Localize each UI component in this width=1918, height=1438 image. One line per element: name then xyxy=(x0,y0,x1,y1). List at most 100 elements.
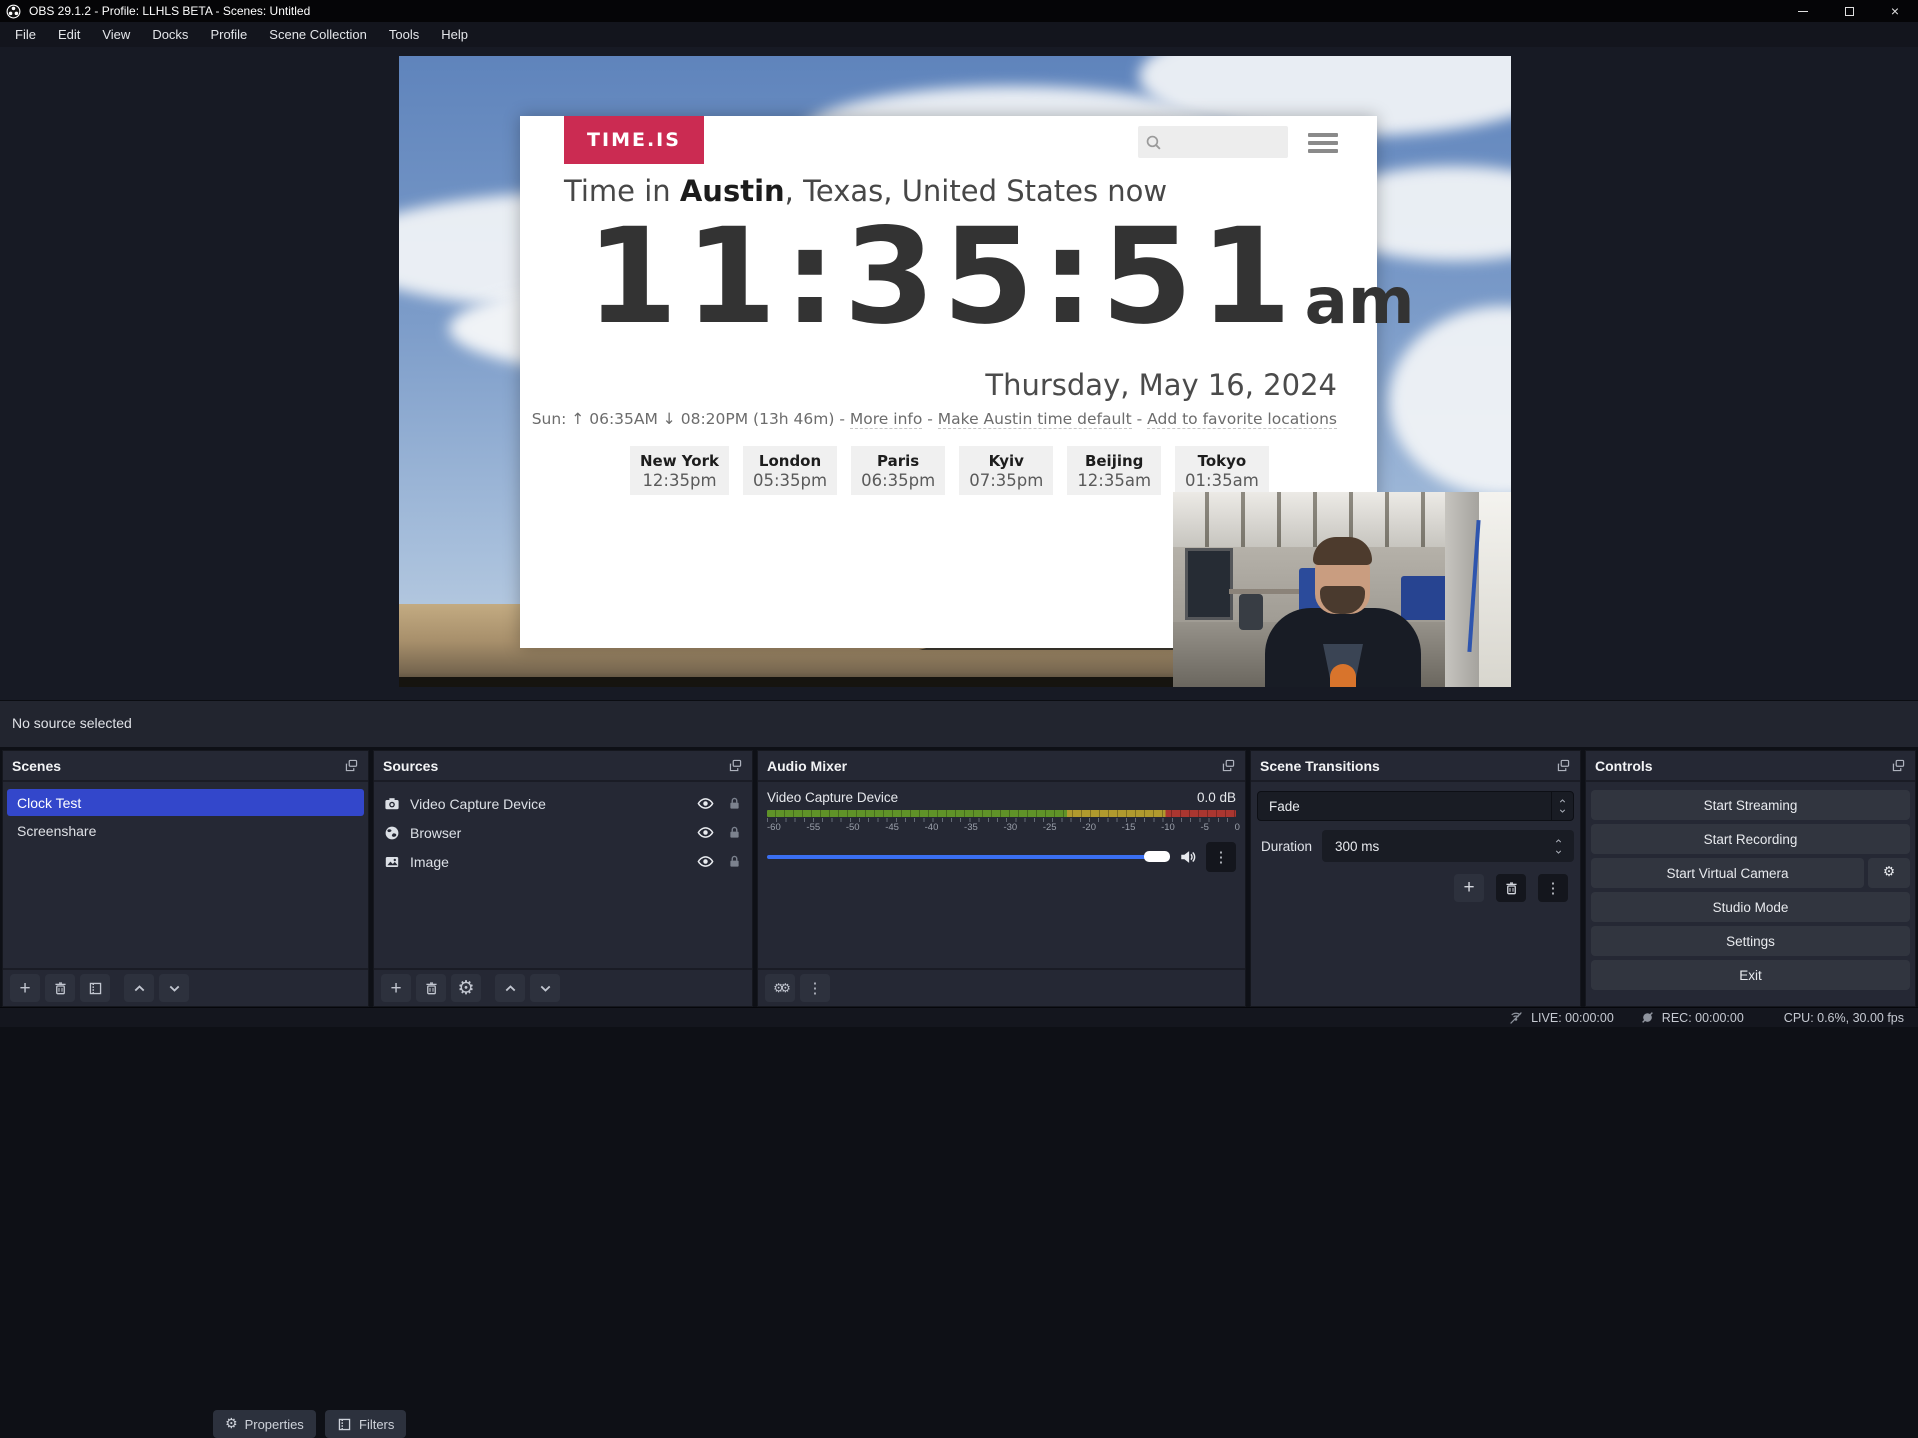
scene-item-screenshare[interactable]: Screenshare xyxy=(7,817,364,844)
city-box: Paris06:35pm xyxy=(851,446,945,495)
menu-edit[interactable]: Edit xyxy=(47,24,91,45)
hamburger-menu-icon xyxy=(1308,133,1338,157)
gear-icon: ⚙ xyxy=(225,1417,238,1431)
volume-meter xyxy=(767,810,1236,817)
chevron-up-icon xyxy=(132,981,147,996)
duration-spinbox[interactable]: 300 ms xyxy=(1322,830,1574,862)
lock-icon[interactable] xyxy=(727,796,742,811)
settings-button[interactable]: Settings xyxy=(1591,926,1910,956)
close-button[interactable]: × xyxy=(1872,0,1918,22)
menu-tools[interactable]: Tools xyxy=(378,24,430,45)
window-title: OBS 29.1.2 - Profile: LLHLS BETA - Scene… xyxy=(29,4,310,18)
visibility-eye-icon[interactable] xyxy=(697,795,714,812)
source-down-button[interactable] xyxy=(530,974,560,1002)
minimize-button[interactable] xyxy=(1780,0,1826,22)
visibility-eye-icon[interactable] xyxy=(697,853,714,870)
transition-select[interactable]: Fade xyxy=(1257,791,1574,821)
add-source-button[interactable]: + xyxy=(381,974,411,1002)
source-row-image[interactable]: Image xyxy=(374,847,752,876)
trash-icon xyxy=(424,981,439,996)
webcam-person-hair xyxy=(1313,537,1372,565)
scene-filters-button[interactable] xyxy=(80,974,110,1002)
popout-icon[interactable] xyxy=(1556,758,1571,773)
remove-transition-button[interactable] xyxy=(1496,874,1526,902)
menu-view[interactable]: View xyxy=(91,24,141,45)
globe-icon xyxy=(384,825,400,841)
menu-help[interactable]: Help xyxy=(430,24,479,45)
transition-select-spinner[interactable] xyxy=(1551,792,1573,820)
source-properties-button[interactable]: ⚙ xyxy=(451,974,481,1002)
city-box: Kyiv07:35pm xyxy=(959,446,1053,495)
webcam-overlay xyxy=(1173,492,1511,687)
start-recording-button[interactable]: Start Recording xyxy=(1591,824,1910,854)
sources-header: Sources xyxy=(374,751,752,782)
world-cities-row: New York12:35pm London05:35pm Paris06:35… xyxy=(630,446,1269,495)
sources-title: Sources xyxy=(383,758,438,774)
scene-down-button[interactable] xyxy=(159,974,189,1002)
add-transition-button[interactable]: + xyxy=(1454,874,1484,902)
advanced-audio-button[interactable]: ⚙⚙ xyxy=(765,974,795,1002)
menu-profile[interactable]: Profile xyxy=(199,24,258,45)
menu-file[interactable]: File xyxy=(4,24,47,45)
window-titlebar: OBS 29.1.2 - Profile: LLHLS BETA - Scene… xyxy=(0,0,1918,22)
webcam-door xyxy=(1185,548,1233,620)
menu-docks[interactable]: Docks xyxy=(141,24,199,45)
chevron-down-icon xyxy=(1553,848,1564,856)
start-streaming-button[interactable]: Start Streaming xyxy=(1591,790,1910,820)
favorite-link: Add to favorite locations xyxy=(1147,410,1337,429)
stream-inactive-icon xyxy=(1508,1010,1524,1026)
city-box: London05:35pm xyxy=(743,446,837,495)
chevron-down-icon xyxy=(167,981,182,996)
popout-icon[interactable] xyxy=(344,758,359,773)
source-up-button[interactable] xyxy=(495,974,525,1002)
obs-logo-icon xyxy=(6,4,21,19)
controls-panel: Controls Start Streaming Start Recording… xyxy=(1585,750,1916,1007)
virtual-camera-config-button[interactable]: ⚙ xyxy=(1868,858,1910,888)
remove-scene-button[interactable] xyxy=(45,974,75,1002)
source-status-row: No source selected ⚙ Properties Filters xyxy=(0,700,1918,747)
menu-scene-collection[interactable]: Scene Collection xyxy=(258,24,378,45)
source-row-browser[interactable]: Browser xyxy=(374,818,752,847)
volume-slider[interactable] xyxy=(767,855,1170,859)
source-row-video-capture[interactable]: Video Capture Device xyxy=(374,789,752,818)
add-scene-button[interactable]: + xyxy=(10,974,40,1002)
live-status: LIVE: 00:00:00 xyxy=(1508,1010,1614,1026)
popout-icon[interactable] xyxy=(1221,758,1236,773)
webcam-chair xyxy=(1239,594,1263,630)
audio-mixer-panel: Audio Mixer Video Capture Device 0.0 dB … xyxy=(757,750,1246,1007)
properties-button[interactable]: ⚙ Properties xyxy=(213,1410,316,1438)
start-virtual-camera-button[interactable]: Start Virtual Camera xyxy=(1591,858,1864,888)
audio-mixer-toolbar: ⚙⚙ ⋮ xyxy=(758,968,1245,1006)
transition-options-button[interactable]: ⋮ xyxy=(1538,874,1568,902)
popout-icon[interactable] xyxy=(728,758,743,773)
volume-slider-row: ⋮ xyxy=(767,842,1236,872)
scene-transitions-panel: Scene Transitions Fade Duration 300 ms +… xyxy=(1250,750,1581,1007)
scene-item-clock-test[interactable]: Clock Test xyxy=(7,789,364,816)
city-box: Beijing12:35am xyxy=(1067,446,1161,495)
duration-spinner[interactable] xyxy=(1553,837,1564,856)
exit-button[interactable]: Exit xyxy=(1591,960,1910,990)
mixer-menu-button[interactable]: ⋮ xyxy=(800,974,830,1002)
speaker-icon[interactable] xyxy=(1179,848,1197,866)
visibility-eye-icon[interactable] xyxy=(697,824,714,841)
more-info-link: More info xyxy=(850,410,922,429)
mixer-options-button[interactable]: ⋮ xyxy=(1206,842,1236,872)
transition-buttons: + ⋮ xyxy=(1263,874,1568,902)
city-box: Tokyo01:35am xyxy=(1175,446,1269,495)
scenes-panel: Scenes Clock Test Screenshare + xyxy=(2,750,369,1007)
preview-area: TIME.IS Time in Austin, Texas, United St… xyxy=(0,47,1918,700)
clock-meridiem: am xyxy=(1305,270,1415,334)
lock-icon[interactable] xyxy=(727,825,742,840)
sources-toolbar: + ⚙ xyxy=(374,968,752,1006)
remove-source-button[interactable] xyxy=(416,974,446,1002)
filter-icon xyxy=(88,981,103,996)
popout-icon[interactable] xyxy=(1891,758,1906,773)
studio-mode-button[interactable]: Studio Mode xyxy=(1591,892,1910,922)
video-canvas[interactable]: TIME.IS Time in Austin, Texas, United St… xyxy=(399,56,1511,687)
lock-icon[interactable] xyxy=(727,854,742,869)
volume-slider-handle[interactable] xyxy=(1144,851,1170,862)
scenes-title: Scenes xyxy=(12,758,61,774)
maximize-button[interactable] xyxy=(1826,0,1872,22)
filters-button[interactable]: Filters xyxy=(325,1410,406,1438)
scene-up-button[interactable] xyxy=(124,974,154,1002)
